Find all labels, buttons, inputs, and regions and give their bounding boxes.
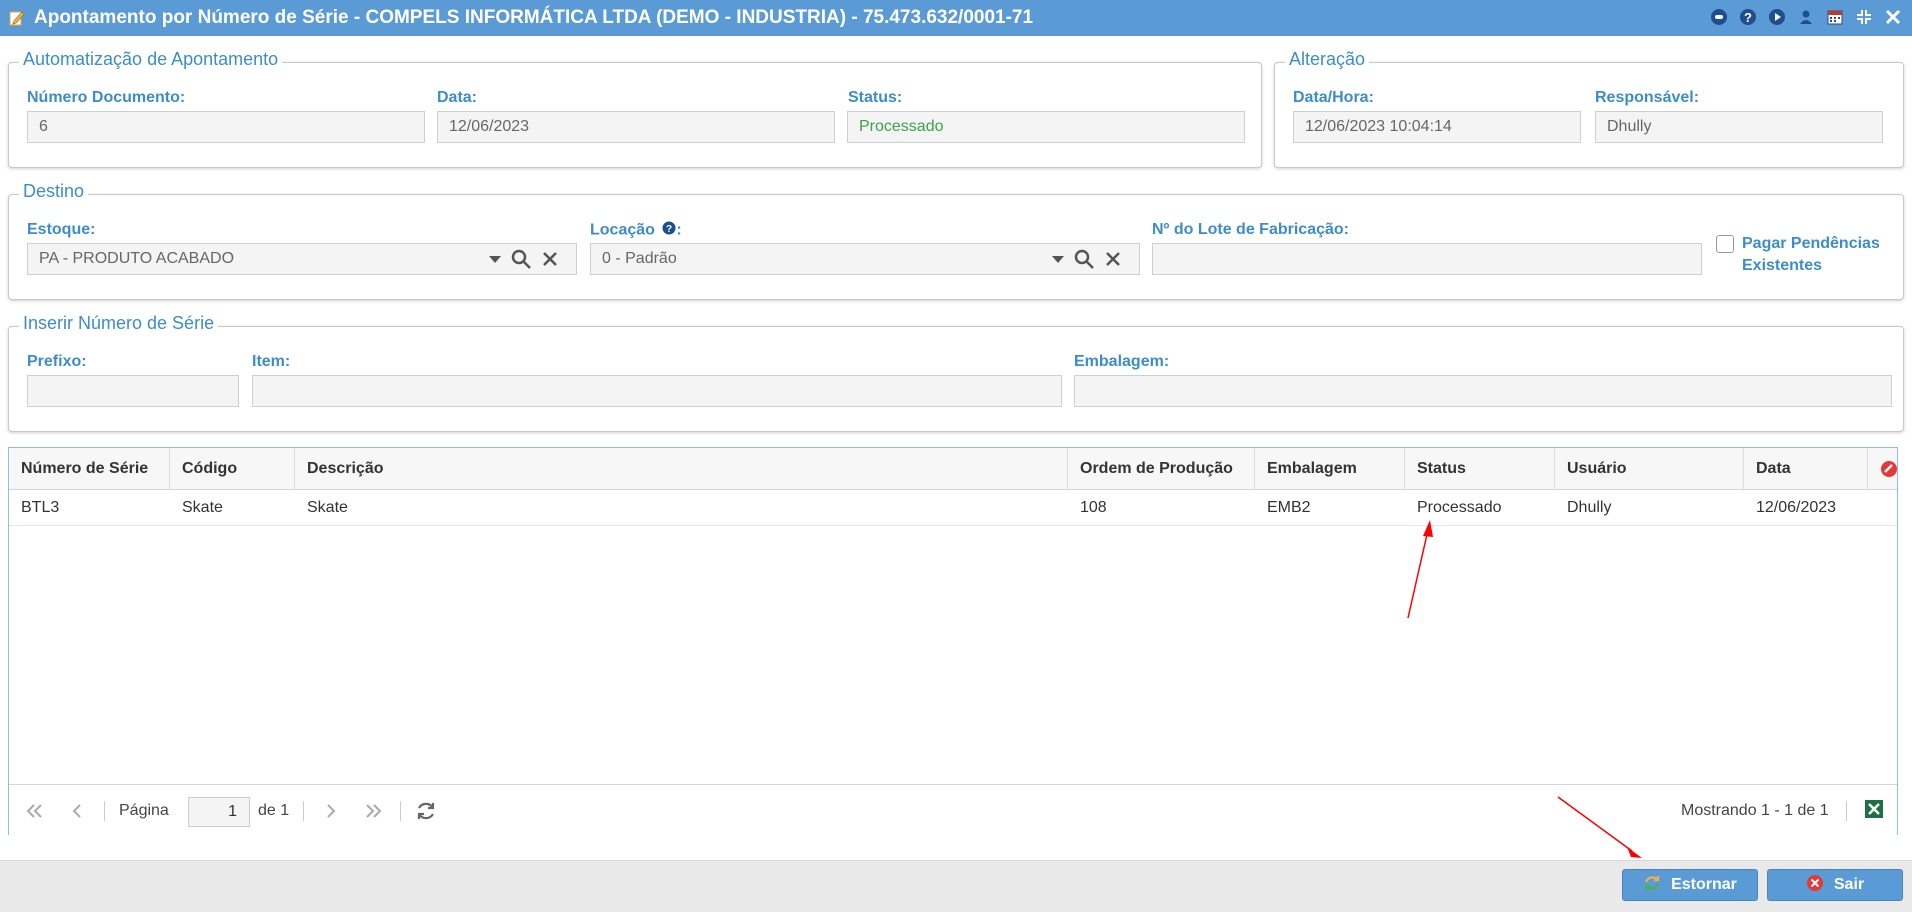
cell-codigo: Skate — [182, 499, 223, 516]
destino-legend: Destino — [19, 181, 89, 202]
cell-ordem-producao: 108 — [1080, 499, 1107, 516]
col-status[interactable]: Status — [1405, 448, 1555, 490]
prefixo-field[interactable] — [27, 375, 239, 407]
sair-button[interactable]: Sair — [1767, 869, 1903, 901]
cell-embalagem: EMB2 — [1267, 499, 1311, 516]
showing-label: Mostrando 1 - 1 de 1 — [1681, 802, 1829, 819]
footer-bar: Estornar Sair — [0, 860, 1912, 912]
calendar-icon[interactable] — [1824, 6, 1846, 28]
search-icon[interactable] — [511, 249, 533, 274]
svg-text:?: ? — [666, 224, 672, 235]
play-icon[interactable] — [1766, 6, 1788, 28]
inserir-section: Inserir Número de Série Prefixo: Item: E… — [8, 313, 1904, 432]
alteracao-section: Alteração Data/Hora: 12/06/2023 10:04:14… — [1274, 49, 1904, 168]
pager-separator — [1846, 801, 1847, 821]
window-title: Apontamento por Número de Série - COMPEL… — [34, 7, 1034, 28]
remove-filter-icon[interactable] — [1880, 460, 1898, 483]
estornar-label: Estornar — [1671, 876, 1737, 893]
grid-header: Número de Série Código Descrição Ordem d… — [9, 448, 1897, 490]
help-circle-icon[interactable]: ? — [662, 221, 676, 240]
responsavel-field[interactable]: Dhully — [1595, 111, 1883, 143]
pager-separator — [400, 801, 401, 821]
de-label: de 1 — [258, 802, 290, 819]
serial-numbers-grid: Número de Série Código Descrição Ordem d… — [8, 447, 1898, 836]
numero-documento-field[interactable]: 6 — [27, 111, 425, 143]
excel-export-icon[interactable] — [1864, 799, 1884, 824]
col-embalagem[interactable]: Embalagem — [1255, 448, 1405, 490]
col-usuario[interactable]: Usuário — [1555, 448, 1744, 490]
inserir-legend: Inserir Número de Série — [19, 313, 219, 334]
col-numero-serie[interactable]: Número de Série — [9, 448, 170, 490]
pager-separator — [303, 801, 304, 821]
pager-separator — [104, 801, 105, 821]
refresh-icon[interactable] — [414, 799, 438, 823]
prefixo-label: Prefixo: — [27, 353, 87, 370]
sair-label: Sair — [1833, 876, 1865, 893]
col-codigo[interactable]: Código — [170, 448, 295, 490]
embalagem-field[interactable] — [1074, 375, 1892, 407]
cell-data: 12/06/2023 — [1756, 499, 1837, 516]
data-label: Data: — [437, 89, 478, 106]
estoque-label: Estoque: — [27, 221, 96, 238]
grid-pager: Página 1 de 1 Mostrando 1 - 1 de 1 — [9, 784, 1897, 836]
numero-documento-label: Número Documento: — [27, 89, 186, 106]
prev-page-icon[interactable] — [65, 799, 89, 823]
reverse-icon — [1643, 874, 1661, 897]
embalagem-label: Embalagem: — [1074, 353, 1170, 370]
locacao-label-text: Locação — [590, 221, 655, 239]
locacao-label-suffix: : — [676, 221, 682, 239]
pagar-pendencias-label-1: Pagar Pendências — [1742, 235, 1880, 252]
last-page-icon[interactable] — [361, 799, 385, 823]
chevron-down-icon[interactable] — [487, 251, 503, 272]
pagina-label: Página — [119, 802, 169, 819]
info-icon[interactable] — [1708, 6, 1730, 28]
locacao-label: Locação ?: — [590, 221, 682, 240]
cell-usuario: Dhully — [1567, 499, 1612, 516]
close-icon[interactable] — [1882, 6, 1904, 28]
status-label: Status: — [848, 89, 903, 106]
chevron-down-icon[interactable] — [1050, 251, 1066, 272]
page-number-input[interactable]: 1 — [188, 797, 250, 827]
cell-descricao: Skate — [307, 499, 348, 516]
collapse-icon[interactable] — [1853, 6, 1875, 28]
datahora-label: Data/Hora: — [1293, 89, 1374, 106]
pagar-pendencias-checkbox[interactable] — [1716, 235, 1734, 253]
destino-section: Destino Estoque: PA - PRODUTO ACABADO Lo… — [8, 181, 1904, 300]
edit-document-icon — [8, 9, 26, 27]
clear-icon[interactable] — [1104, 250, 1122, 273]
help-icon[interactable]: ? — [1737, 6, 1759, 28]
table-row[interactable]: BTL3 Skate Skate 108 EMB2 Processado Dhu… — [9, 490, 1897, 526]
cell-numero-serie: BTL3 — [21, 499, 60, 516]
svg-text:?: ? — [1744, 10, 1752, 25]
automatizacao-section: Automatização de Apontamento Número Docu… — [8, 49, 1262, 168]
next-page-icon[interactable] — [319, 799, 343, 823]
col-ordem-producao[interactable]: Ordem de Produção — [1068, 448, 1255, 490]
pagar-pendencias-label-2: Existentes — [1742, 257, 1823, 274]
item-label: Item: — [252, 353, 291, 370]
exit-icon — [1806, 874, 1824, 897]
automatizacao-legend: Automatização de Apontamento — [19, 49, 283, 70]
lote-field[interactable] — [1152, 243, 1702, 275]
search-icon[interactable] — [1074, 249, 1096, 274]
estornar-button[interactable]: Estornar — [1622, 869, 1758, 901]
first-page-icon[interactable] — [23, 799, 47, 823]
cell-status: Processado — [1417, 499, 1502, 516]
col-descricao[interactable]: Descrição — [295, 448, 1068, 490]
responsavel-label: Responsável: — [1595, 89, 1700, 106]
data-field[interactable]: 12/06/2023 — [437, 111, 835, 143]
window-titlebar: Apontamento por Número de Série - COMPEL… — [0, 0, 1912, 36]
datahora-field[interactable]: 12/06/2023 10:04:14 — [1293, 111, 1581, 143]
user-icon[interactable] — [1795, 6, 1817, 28]
col-data[interactable]: Data — [1744, 448, 1868, 490]
alteracao-legend: Alteração — [1285, 49, 1370, 70]
clear-icon[interactable] — [541, 250, 559, 273]
lote-label: Nº do Lote de Fabricação: — [1152, 221, 1349, 238]
status-field[interactable]: Processado — [847, 111, 1245, 143]
item-field[interactable] — [252, 375, 1062, 407]
